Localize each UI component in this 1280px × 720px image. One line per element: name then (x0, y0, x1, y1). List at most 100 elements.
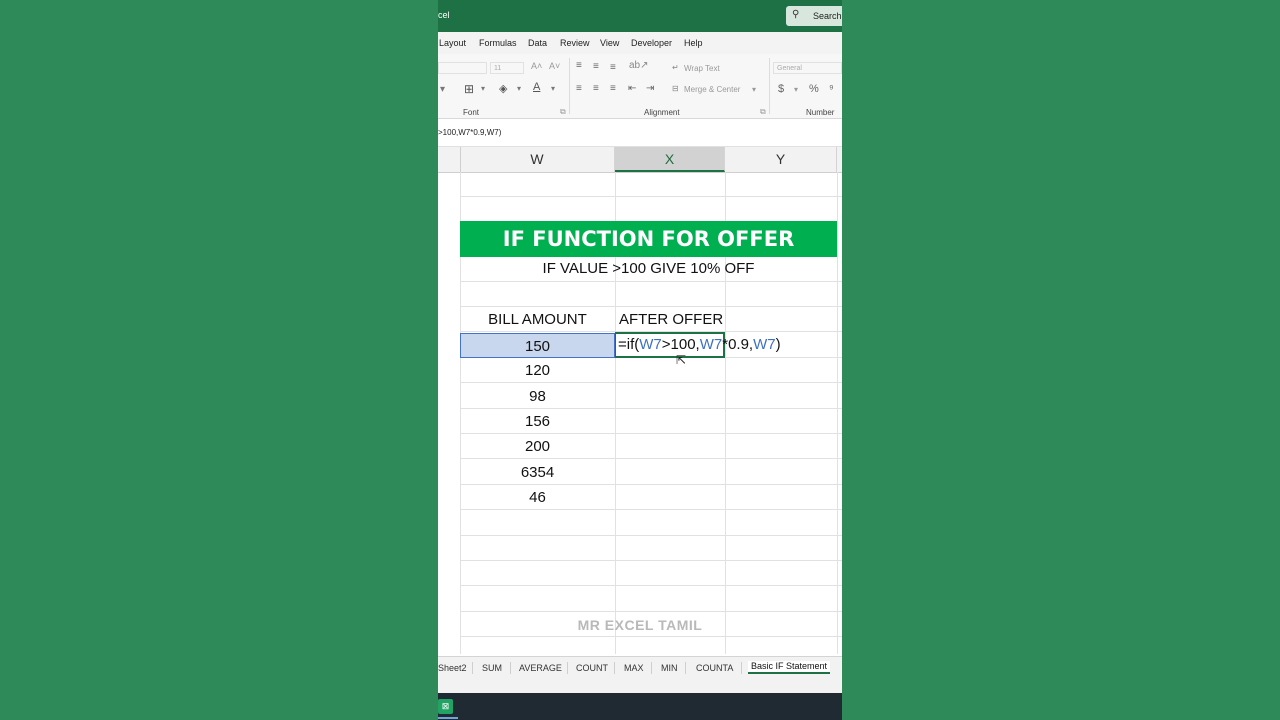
excel-app-icon[interactable]: ⊠ (438, 699, 453, 714)
mouse-cursor-icon: ⇱ (676, 353, 687, 367)
status-bar (438, 680, 842, 693)
bill-amount-header[interactable]: BILL AMOUNT (460, 311, 615, 331)
decrease-indent-icon[interactable]: ⇤ (628, 83, 636, 94)
sheet-tab[interactable]: COUNTA (696, 663, 733, 673)
grid-line (460, 281, 842, 282)
column-header-w[interactable]: W (460, 147, 615, 172)
menu-view[interactable]: View (600, 38, 619, 48)
dropdown-arrow-icon[interactable]: ▾ (440, 84, 445, 95)
excel-window: cel ⚲ Search Layout Formulas Data Review… (438, 0, 842, 720)
fill-color-icon[interactable]: ◈ (499, 82, 507, 95)
comma-style-icon[interactable]: ⁹ (829, 83, 834, 95)
grid-line (460, 585, 842, 586)
formula-part: *0.9, (722, 336, 754, 353)
ribbon-separator (769, 58, 770, 114)
borders-dropdown-icon[interactable]: ▾ (481, 84, 485, 93)
menu-help[interactable]: Help (684, 38, 703, 48)
number-format-box[interactable]: General (773, 62, 842, 74)
borders-icon[interactable]: ⊞ (464, 82, 474, 96)
bill-amount-cell[interactable]: 98 (460, 384, 615, 409)
search-box[interactable]: ⚲ Search (786, 6, 842, 26)
sheet-tab-active[interactable]: Basic IF Statement (748, 661, 831, 674)
align-right-icon[interactable]: ≡ (610, 83, 616, 94)
sheet-tab[interactable]: MAX (624, 663, 644, 673)
tab-separator (614, 662, 615, 674)
sheet-tab[interactable]: MIN (661, 663, 678, 673)
orientation-icon[interactable]: ab↗ (629, 60, 649, 71)
percent-icon[interactable]: % (809, 83, 819, 95)
tab-separator (472, 662, 473, 674)
active-app-indicator (438, 717, 458, 719)
offer-banner[interactable]: IF FUNCTION FOR OFFER (460, 221, 837, 257)
menu-review[interactable]: Review (560, 38, 590, 48)
sheet-tab[interactable]: Sheet2 (438, 663, 467, 673)
tab-separator (567, 662, 568, 674)
increase-indent-icon[interactable]: ⇥ (646, 83, 654, 94)
offer-rule-text[interactable]: IF VALUE >100 GIVE 10% OFF (460, 260, 837, 280)
menu-layout[interactable]: Layout (439, 38, 466, 48)
merge-center-icon[interactable]: ⊟ (672, 84, 679, 93)
merge-dropdown-icon[interactable]: ▾ (752, 85, 756, 94)
align-center-icon[interactable]: ≡ (593, 83, 599, 94)
number-group-label: Number (806, 108, 835, 117)
watermark: MR EXCEL TAMIL (577, 617, 703, 633)
formula-part: =if( (618, 336, 640, 353)
taskbar: ⊠ (438, 693, 842, 720)
ribbon-tabs: Layout Formulas Data Review View Develop… (438, 32, 842, 54)
currency-dropdown-icon[interactable]: ▾ (794, 85, 798, 94)
middle-align-icon[interactable]: ≡ (593, 61, 599, 72)
tab-separator (741, 662, 742, 674)
alignment-dialog-launcher-icon[interactable]: ⧉ (760, 107, 766, 117)
sheet-tab[interactable]: COUNT (576, 663, 608, 673)
worksheet-grid[interactable]: IF FUNCTION FOR OFFER IF VALUE >100 GIVE… (438, 172, 842, 654)
merge-center-label[interactable]: Merge & Center (684, 85, 740, 94)
bill-amount-cell[interactable]: 46 (460, 485, 615, 510)
bill-amount-cell[interactable]: 120 (460, 358, 615, 383)
menu-formulas[interactable]: Formulas (479, 38, 517, 48)
increase-font-icon[interactable]: A˄ (531, 61, 542, 71)
decrease-font-icon[interactable]: A˅ (549, 61, 560, 71)
font-dialog-launcher-icon[interactable]: ⧉ (560, 107, 566, 117)
after-offer-header[interactable]: AFTER OFFER (619, 311, 729, 331)
bill-amount-cell[interactable]: 150 (460, 333, 615, 358)
top-align-icon[interactable]: ≡ (576, 60, 582, 71)
font-color-dropdown-icon[interactable]: ▾ (551, 84, 555, 93)
grid-line (837, 172, 838, 654)
column-header-y[interactable]: Y (725, 147, 837, 172)
formula-part: >100, (661, 336, 700, 353)
font-color-icon[interactable]: A (533, 81, 540, 93)
menu-developer[interactable]: Developer (631, 38, 672, 48)
bottom-align-icon[interactable]: ≡ (610, 62, 616, 73)
grid-line (460, 636, 842, 637)
column-header-x[interactable]: X (615, 147, 725, 172)
fill-dropdown-icon[interactable]: ▾ (517, 84, 521, 93)
formula-reference: W7 (699, 336, 723, 353)
align-left-icon[interactable]: ≡ (576, 83, 582, 94)
font-size-box[interactable]: 11 (490, 62, 524, 74)
sheet-tab[interactable]: SUM (482, 663, 502, 673)
sheet-tab[interactable]: AVERAGE (519, 663, 562, 673)
formula-bar-text: >100,W7*0.9,W7) (438, 128, 502, 137)
cell-formula[interactable]: =if(W7>100,W7*0.9,W7) (618, 336, 781, 353)
currency-icon[interactable]: $ (778, 83, 784, 95)
wrap-text-icon[interactable]: ↵ (672, 63, 679, 72)
left-background (0, 0, 438, 720)
formula-bar[interactable]: >100,W7*0.9,W7) (438, 126, 842, 142)
wrap-text-label[interactable]: Wrap Text (684, 64, 720, 73)
grid-line (460, 611, 842, 612)
font-name-box[interactable] (438, 62, 487, 74)
tab-separator (685, 662, 686, 674)
grid-line (460, 306, 842, 307)
menu-data[interactable]: Data (528, 38, 547, 48)
tab-separator (651, 662, 652, 674)
bill-amount-cell[interactable]: 156 (460, 409, 615, 434)
column-headers: W X Y (438, 146, 842, 173)
sheet-tabs: Sheet2 SUM AVERAGE COUNT MAX MIN COUNTA … (438, 656, 842, 681)
ribbon-separator (569, 58, 570, 114)
bill-amount-cell[interactable]: 200 (460, 434, 615, 459)
bill-amount-cell[interactable]: 6354 (460, 460, 615, 485)
alignment-group-label: Alignment (644, 108, 680, 117)
row-header-corner[interactable] (438, 147, 461, 172)
search-label: Search (813, 11, 842, 21)
tab-separator (510, 662, 511, 674)
